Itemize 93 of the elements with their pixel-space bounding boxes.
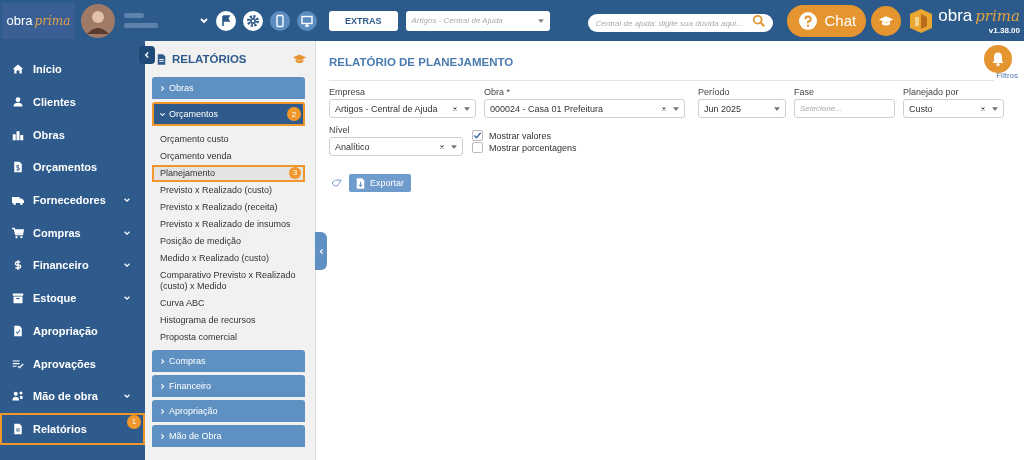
caret-icon[interactable] [673,106,679,111]
chevron-icon [159,357,166,365]
panel-title: RELATÓRIOS [172,53,248,65]
clear-icon[interactable] [439,143,445,150]
field-label: Período [698,87,731,97]
sidebar-item[interactable]: Estoque [0,281,145,315]
report-link[interactable]: Medido x Realizado (custo) [152,250,305,267]
report-link[interactable]: Curva ABC [152,295,305,312]
sidebar-item[interactable]: Início [0,53,145,86]
phone-icon[interactable] [270,10,290,31]
select-field[interactable]: Analítico [329,137,463,156]
dollar-icon [12,259,24,272]
settings-icon[interactable] [243,10,263,31]
report-link[interactable]: Orçamento custo [152,131,305,148]
field-label: Empresa [329,87,366,97]
select-field[interactable]: Jun 2025 [698,99,786,118]
report-link[interactable]: Previsto x Realizado (custo) [152,182,305,199]
logo-mark-icon [909,7,934,34]
avatar-icon[interactable] [81,3,115,38]
caret-icon[interactable] [464,106,470,111]
chevron-icon [159,432,166,440]
checkbox[interactable] [472,142,483,153]
chevron-left-icon [317,247,325,255]
report-link[interactable]: Histograma de recursos [152,312,305,329]
chevron-icon [159,84,166,92]
chevron-down-icon [123,261,131,270]
version-label: v1.38.00 [988,26,1020,35]
chevron-icon [159,110,166,118]
sidebar-item[interactable]: Mão de obra [0,379,145,413]
home-icon [12,63,24,76]
field-label: Planejado por [903,87,960,97]
sidebar-item[interactable]: Obras [0,118,145,152]
flag-icon[interactable] [216,10,236,31]
user-icon [12,96,24,109]
collapse-sidebar-button[interactable] [139,46,155,64]
clear-icon[interactable] [661,105,667,112]
filters-link[interactable]: Filtros [996,71,1018,80]
logo[interactable]: obraprima [2,2,75,39]
clear-icon[interactable] [980,105,986,112]
caret-icon [537,18,544,23]
report-link[interactable]: Orçamento venda [152,148,305,165]
question-icon [798,11,817,30]
chevron-down-icon[interactable] [199,15,209,26]
checkbox-label: Mostrar valores [489,130,551,141]
report-link[interactable]: Previsto x Realizado de insumos [152,216,305,233]
graduation-cap-button[interactable] [871,5,902,36]
report-link[interactable]: Posição de medição [152,233,305,250]
caret-icon[interactable] [451,144,457,149]
report-link[interactable]: Previsto x Realizado (receita) [152,199,305,216]
search-icon[interactable] [751,13,766,28]
extras-button[interactable]: EXTRAS [329,10,398,31]
chevron-down-icon [123,196,131,205]
caret-icon[interactable] [992,106,998,111]
sidebar-item[interactable]: Compras [0,216,145,250]
bell-icon [990,51,1006,67]
chevron-icon [159,382,166,390]
chevron-down-icon [123,392,131,401]
check-doc-icon [12,324,24,337]
select-field[interactable]: Custo [903,99,1004,118]
select-field[interactable]: 000024 - Casa 01 Prefeitura [484,99,685,118]
help-search-field[interactable]: Central de ajuda: digite sua dúvida aqui... [587,14,773,32]
download-file-icon [356,177,365,189]
chevron-down-icon [123,294,131,303]
sidebar-item[interactable]: Orçamentos [0,151,145,184]
dollar-doc-icon [12,161,24,174]
cart-icon [12,226,24,239]
page-title: RELATÓRIO DE PLANEJAMENTO [329,56,514,68]
chevron-left-icon [143,51,151,59]
sidebar-item[interactable]: Clientes [0,85,145,119]
caret-icon[interactable] [774,106,780,111]
document-icon [157,53,166,65]
monitor-icon[interactable] [297,10,317,31]
field-label: Obra * [484,87,511,97]
workers-icon [12,390,24,403]
doc-icon [12,422,24,435]
report-link[interactable]: Comparativo Previsto x Realizado (custo) x Medido [152,267,305,295]
sidebar-item[interactable]: Financeiro [0,249,145,282]
sidebar-item[interactable]: Apropriação [0,314,145,348]
select-field[interactable]: Artigos - Central de Ajuda [329,99,476,118]
report-link[interactable]: Proposta comercial [152,329,305,346]
chevron-icon [159,407,166,415]
brand-logo: obra prima [938,6,1020,26]
archive-icon [12,292,24,305]
list-check-icon [12,357,24,370]
field-label: Nível [329,125,351,135]
checkbox[interactable] [472,130,483,141]
field-label: Fase [794,87,815,97]
truck-icon [12,194,24,207]
clear-icon[interactable] [452,105,458,112]
expand-panel-tab[interactable] [315,232,327,270]
sidebar-item[interactable]: Aprovações [0,347,145,380]
sidebar-item[interactable]: Fornecedores [0,183,145,217]
checkbox-label: Mostrar porcentagens [489,142,577,153]
